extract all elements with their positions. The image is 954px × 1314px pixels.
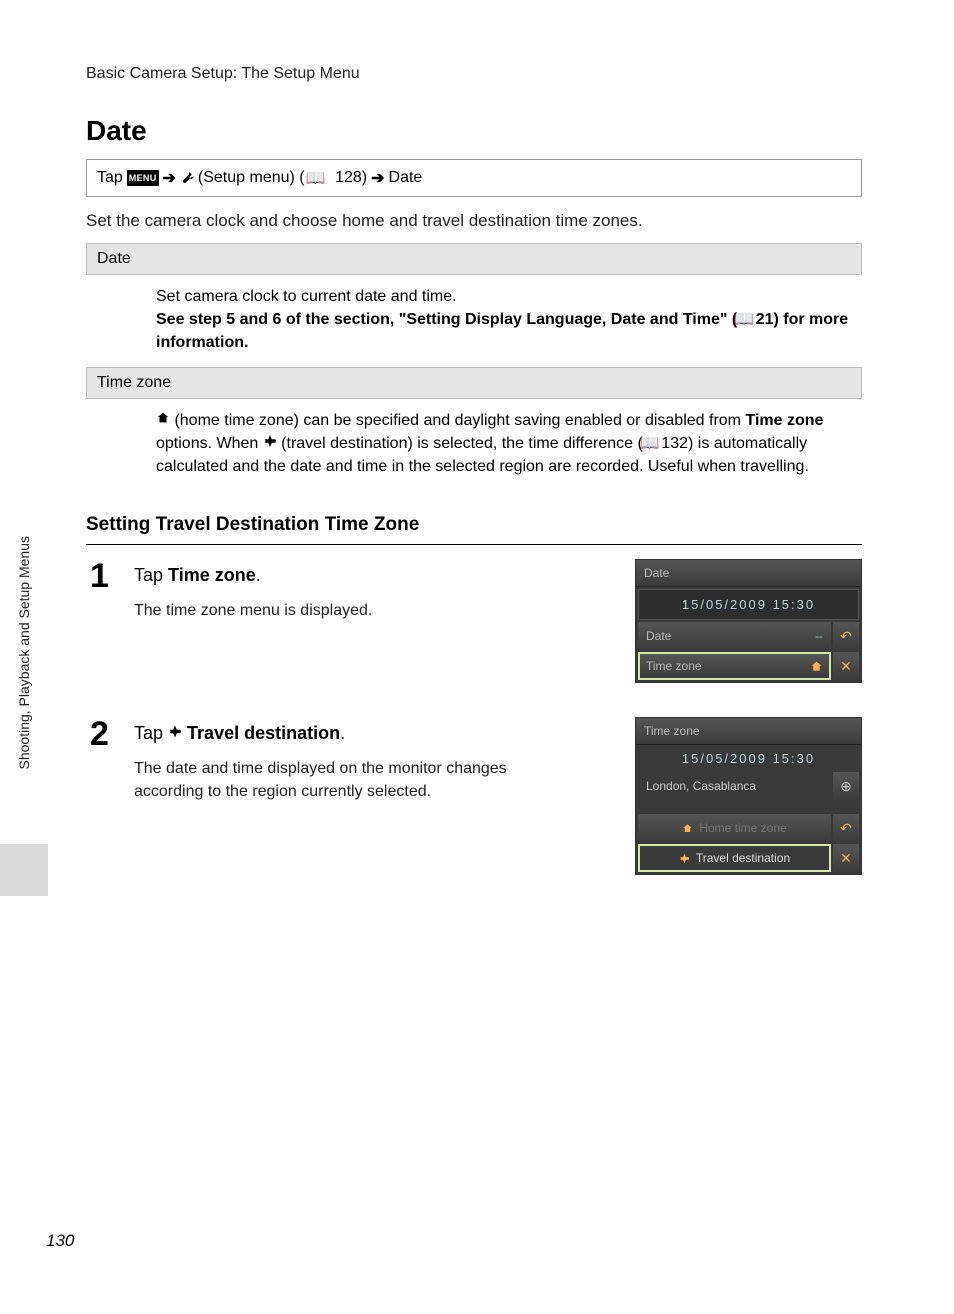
cam1-date-label: Date (646, 629, 671, 643)
step-2-title: Tap Travel destination. (134, 723, 617, 744)
intro-paragraph: Set the camera clock and choose home and… (86, 211, 862, 231)
back-icon: ↶ (840, 820, 852, 837)
book-icon: 📖 (309, 171, 323, 185)
cam1-date-val: -- (815, 629, 823, 643)
arrow-icon: ➔ (371, 168, 384, 188)
wrench-icon (180, 171, 194, 185)
cam2-travel-label: Travel destination (696, 851, 790, 865)
breadcrumb-box: Tap MENU ➔ (Setup menu) ( 📖 128) ➔ Date (86, 159, 862, 197)
back-button[interactable]: ↶ (833, 622, 859, 650)
table-head-date: Date (86, 243, 862, 275)
home-icon (682, 823, 693, 834)
tz-text1: (home time zone) can be specified and da… (170, 412, 745, 429)
tz-text4: (travel destination) is selected, the ti… (277, 435, 643, 452)
cam2-home-tz[interactable]: Home time zone (638, 814, 831, 842)
step2-post: . (340, 723, 345, 743)
step-2-desc: The date and time displayed on the monit… (134, 758, 554, 803)
page-ref: 128) (335, 169, 367, 187)
back-icon: ↶ (840, 628, 852, 645)
step2-pre: Tap (134, 723, 168, 743)
date-desc-line1: Set camera clock to current date and tim… (156, 288, 457, 305)
table-body-timezone: (home time zone) can be specified and da… (86, 399, 862, 491)
cam2-travel-dest[interactable]: Travel destination (638, 844, 831, 872)
camera-screen-2: Time zone 15/05/2009 15:30 London, Casab… (635, 717, 862, 875)
cam1-date-row[interactable]: Date -- (638, 622, 831, 650)
close-button[interactable]: ✕ (833, 652, 859, 680)
page-number: 130 (46, 1231, 74, 1251)
globe-icon: ⊕ (840, 778, 852, 795)
step-1-desc: The time zone menu is displayed. (134, 600, 554, 622)
camera-screen-1: Date 15/05/2009 15:30 Date -- ↶ Time zon… (635, 559, 862, 683)
step-number-2: 2 (90, 717, 116, 875)
breadcrumb-date: Date (389, 169, 423, 187)
setup-menu-label: (Setup menu) ( (198, 169, 305, 187)
side-section-label: Shooting, Playback and Setup Menus (16, 536, 32, 770)
tz-bold: Time zone (745, 412, 823, 429)
plane-icon (679, 853, 690, 864)
divider (86, 544, 862, 545)
page-title: Date (86, 115, 862, 147)
step-2: 2 Tap Travel destination. The date and t… (90, 717, 862, 875)
home-icon (156, 411, 170, 425)
cam2-datetime: 15/05/2009 15:30 (638, 747, 859, 770)
arrow-icon: ➔ (163, 168, 176, 188)
cam1-datetime: 15/05/2009 15:30 (638, 589, 859, 620)
side-tab (0, 844, 48, 896)
cam2-title: Time zone (636, 718, 861, 745)
date-see-step: See step 5 and 6 of the section, "Settin… (156, 311, 737, 328)
close-icon: ✕ (840, 658, 852, 675)
home-icon (810, 660, 823, 673)
close-button[interactable]: ✕ (833, 844, 859, 872)
tz-text3: options. When (156, 435, 263, 452)
cam2-home-label: Home time zone (699, 821, 786, 835)
cam1-tz-label: Time zone (646, 659, 702, 673)
back-button[interactable]: ↶ (833, 814, 859, 842)
step2-bold: Travel destination (187, 723, 340, 743)
step-number-1: 1 (90, 559, 116, 683)
step-1: 1 Tap Time zone. The time zone menu is d… (90, 559, 862, 683)
cam1-title: Date (636, 560, 861, 587)
plane-icon (168, 725, 182, 739)
step-1-title: Tap Time zone. (134, 565, 617, 586)
menu-icon: MENU (127, 170, 159, 186)
book-icon: 📖 (643, 436, 657, 450)
running-header: Basic Camera Setup: The Setup Menu (86, 65, 862, 83)
table-body-date: Set camera clock to current date and tim… (86, 275, 862, 367)
step1-post: . (256, 565, 261, 585)
step1-bold: Time zone (168, 565, 256, 585)
settings-table: Date Set camera clock to current date an… (86, 243, 862, 490)
section-heading: Setting Travel Destination Time Zone (86, 514, 862, 536)
cam1-timezone-row[interactable]: Time zone (638, 652, 831, 680)
cam2-location: London, Casablanca (638, 774, 831, 798)
close-icon: ✕ (840, 850, 852, 867)
globe-button[interactable]: ⊕ (833, 772, 859, 800)
plane-icon (263, 434, 277, 448)
table-head-timezone: Time zone (86, 367, 862, 399)
tap-label: Tap (97, 169, 123, 187)
book-icon: 📖 (737, 313, 751, 327)
step1-pre: Tap (134, 565, 168, 585)
